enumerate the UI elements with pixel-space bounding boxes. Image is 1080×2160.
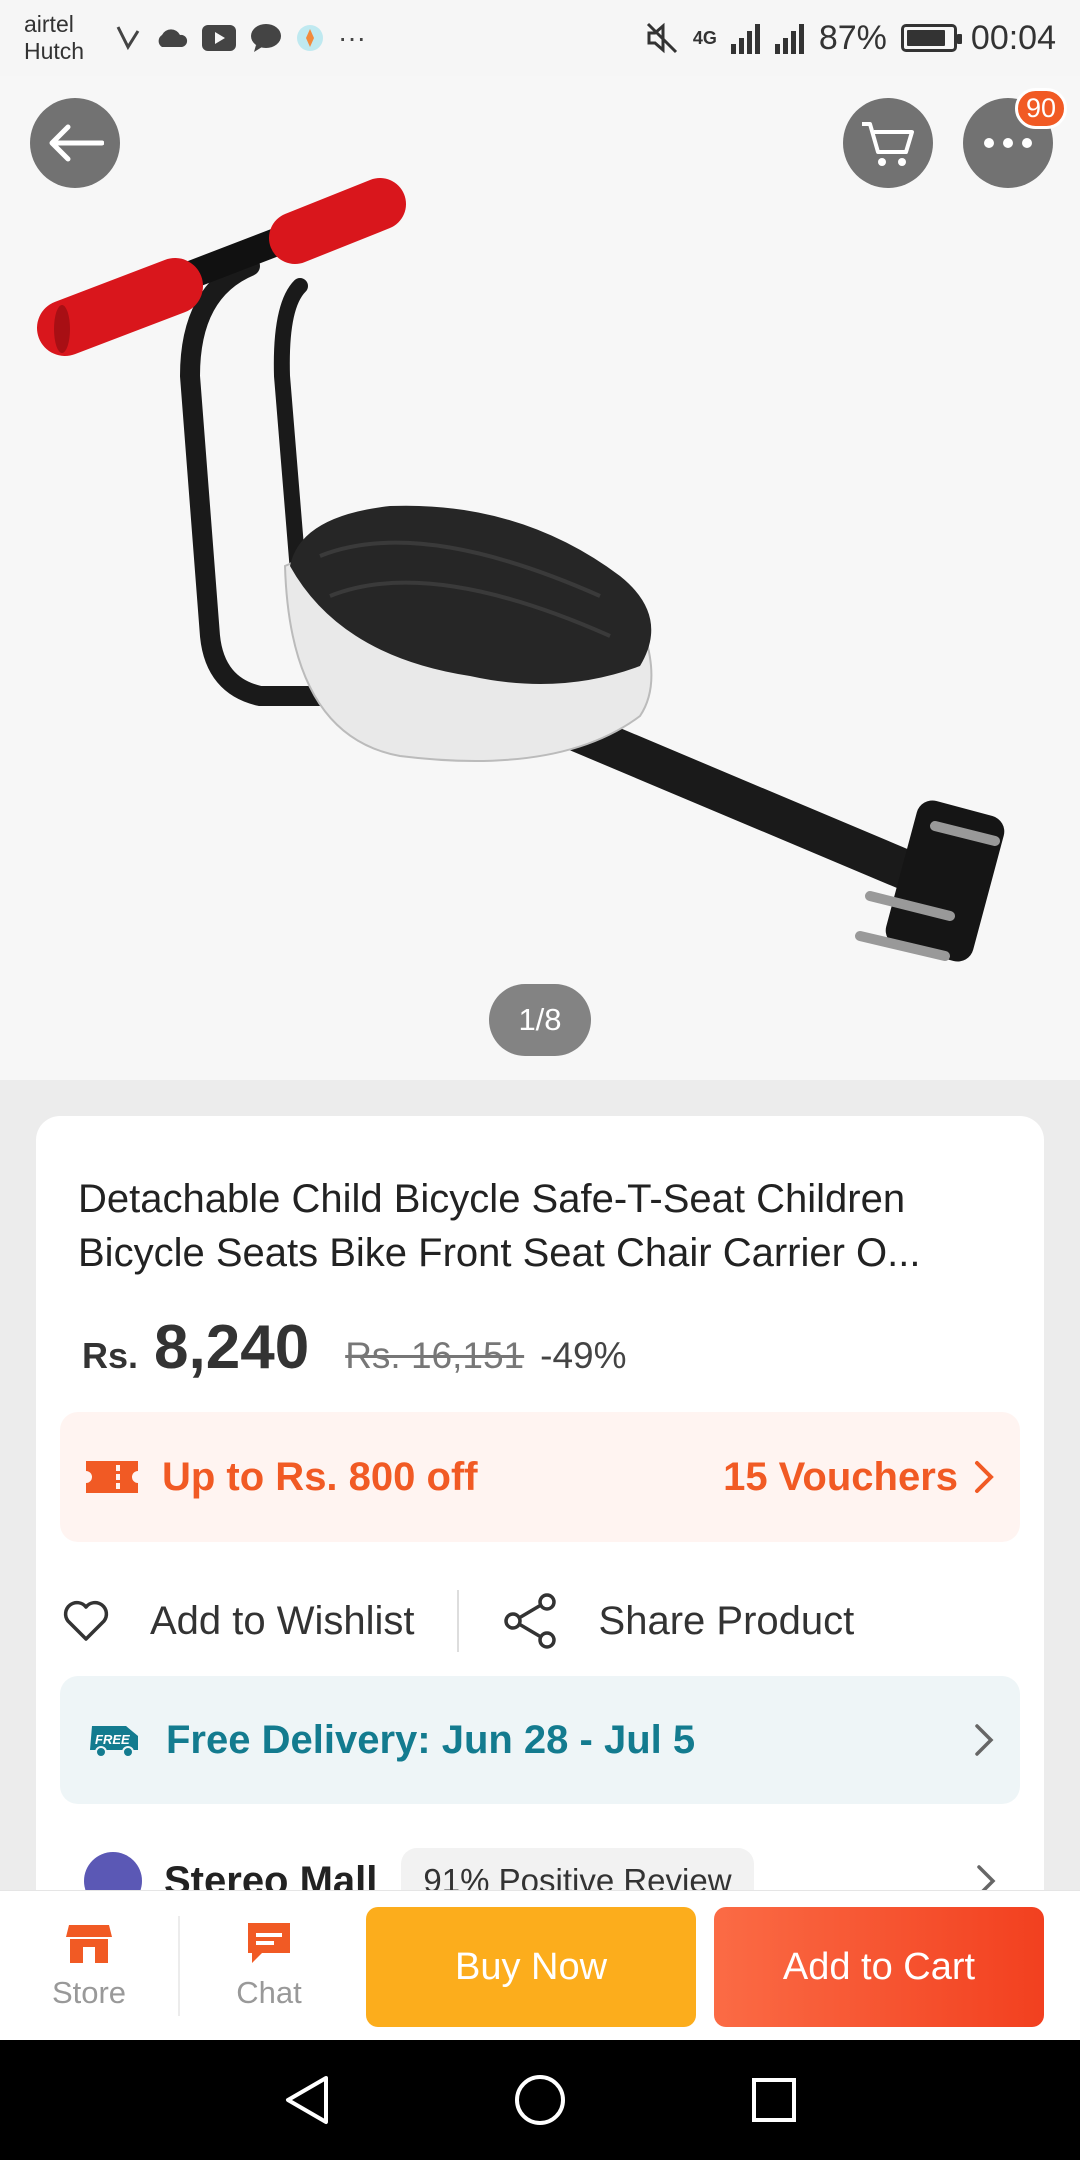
cart-button[interactable] — [843, 98, 933, 188]
app-icon — [297, 25, 323, 51]
message-icon — [251, 24, 281, 52]
voucher-count[interactable]: 15 Vouchers — [723, 1455, 994, 1500]
signal-icon-2 — [774, 24, 804, 54]
nav-recents-icon[interactable] — [750, 2076, 798, 2124]
action-row: Add to Wishlist Share Product — [60, 1566, 1020, 1676]
share-label: Share Product — [598, 1598, 855, 1643]
nav-back-icon[interactable] — [282, 2074, 330, 2126]
product-title: Detachable Child Bicycle Safe-T-Seat Chi… — [78, 1177, 921, 1275]
more-notifications-icon: ··· — [338, 22, 366, 53]
back-button[interactable] — [30, 98, 120, 188]
signal-icon-1 — [730, 24, 760, 54]
delivery-row[interactable]: FREE Free Delivery: Jun 28 - Jul 5 — [60, 1676, 1020, 1804]
share-icon — [503, 1593, 556, 1649]
store-tab[interactable]: Store — [0, 1891, 178, 2041]
chat-label: Chat — [236, 1974, 302, 2010]
buy-now-button[interactable]: Buy Now — [366, 1907, 696, 2027]
product-page: airtel Hutch ··· 4G 87% 00:04 90 1/8 Det… — [0, 0, 1080, 2160]
system-nav-bar — [0, 2040, 1080, 2160]
share-product-button[interactable]: Share Product — [503, 1592, 855, 1650]
chevron-right-icon — [975, 1461, 994, 1493]
status-right: 4G 87% 00:04 — [645, 19, 1056, 58]
signal-tick-icon — [116, 26, 140, 51]
carrier-1: airtel — [24, 11, 74, 37]
wishlist-label: Add to Wishlist — [150, 1598, 415, 1643]
voucher-offer-text: Up to Rs. 800 off — [162, 1454, 478, 1499]
image-pager: 1/8 — [489, 984, 591, 1056]
product-image — [37, 178, 1005, 962]
cart-icon — [862, 122, 914, 166]
network-type: 4G — [692, 27, 717, 48]
bottom-action-bar: Store Chat Buy Now Add to Cart — [0, 1890, 1080, 2040]
store-label: Store — [51, 1974, 127, 2010]
chat-tab[interactable]: Chat — [180, 1891, 358, 2041]
voucher-count-label: 15 Vouchers — [723, 1454, 958, 1499]
more-dots-icon — [984, 138, 1032, 148]
add-to-wishlist-button[interactable]: Add to Wishlist — [62, 1599, 415, 1644]
action-divider — [456, 1590, 459, 1652]
battery-percent: 87% — [818, 18, 887, 57]
voucher-ticket-icon — [86, 1461, 138, 1493]
mute-icon — [646, 22, 677, 54]
battery-level — [906, 30, 946, 46]
price-currency: Rs. — [82, 1335, 139, 1376]
delivery-text: Free Delivery: Jun 28 - Jul 5 — [166, 1717, 696, 1762]
nav-home-icon[interactable] — [513, 2073, 567, 2127]
arrow-left-icon — [49, 124, 104, 162]
store-icon — [66, 1924, 112, 1963]
chat-icon — [248, 1922, 290, 1963]
discount-percent: -49% — [540, 1335, 627, 1376]
current-price: 8,240 — [154, 1313, 310, 1382]
heart-icon — [63, 1600, 109, 1641]
free-badge: FREE — [95, 1732, 130, 1747]
status-bar: airtel Hutch ··· 4G 87% 00:04 — [0, 0, 1080, 76]
carrier-2: Hutch — [24, 38, 85, 64]
youtube-icon — [202, 25, 236, 51]
free-delivery-truck-icon: FREE — [90, 1726, 138, 1758]
battery-icon — [900, 24, 962, 52]
cloud-icon — [158, 29, 188, 47]
add-to-cart-button[interactable]: Add to Cart — [714, 1907, 1044, 2027]
product-gallery[interactable]: 90 1/8 — [0, 76, 1080, 1080]
notification-icons: ··· — [116, 22, 366, 54]
price-row: Rs. 8,240 Rs. 16,151 -49% — [82, 1312, 627, 1383]
voucher-row[interactable]: Up to Rs. 800 off 15 Vouchers — [60, 1412, 1020, 1542]
carrier-info: airtel Hutch — [24, 11, 94, 65]
clock: 00:04 — [970, 18, 1056, 57]
original-price: Rs. 16,151 — [345, 1335, 525, 1376]
chevron-right-icon — [975, 1724, 994, 1756]
more-button[interactable]: 90 — [963, 88, 1067, 188]
notification-badge: 90 — [1014, 88, 1067, 129]
